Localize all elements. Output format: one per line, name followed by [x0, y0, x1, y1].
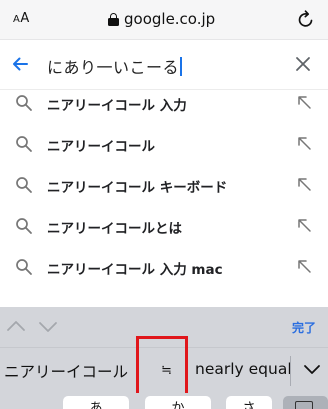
suggestion-item[interactable]: ニアリーイコール 入力 mac [0, 246, 328, 287]
keyboard-key-row: あ か さ [0, 393, 328, 409]
suggestion-text: ニアリーイコール キーボード [47, 180, 228, 196]
suggestion-text: ニアリーイコール 入力 [47, 98, 187, 114]
suggestion-item[interactable]: ニアリーイコール キーボード [0, 164, 328, 205]
fill-query-arrow-icon[interactable] [296, 94, 312, 110]
suggestion-list: ニアリーイコール 入力 ニアリーイコール ニアリーイコール キーボード ニアリー… [0, 82, 328, 287]
address-bar[interactable]: google.co.jp [108, 10, 215, 28]
delete-icon [295, 401, 313, 409]
fill-query-arrow-icon[interactable] [296, 217, 312, 233]
candidate-item[interactable]: ニアリーイコール [4, 360, 128, 382]
suggestion-item[interactable]: ニアリーイコール 入力 [0, 82, 328, 123]
url-text: google.co.jp [124, 10, 216, 28]
suggestion-text: ニアリーイコール 入力 mac [47, 262, 223, 278]
key-a[interactable]: あ [63, 396, 129, 409]
key-sa[interactable]: さ [226, 396, 272, 409]
chevron-up-icon[interactable] [6, 318, 26, 334]
key-ka[interactable]: か [145, 396, 211, 409]
suggestion-text: ニアリーイコール [47, 139, 155, 155]
fill-query-arrow-icon[interactable] [296, 258, 312, 274]
search-icon [16, 218, 32, 234]
clear-icon[interactable] [294, 55, 312, 73]
fill-query-arrow-icon[interactable] [296, 135, 312, 151]
reload-icon[interactable] [297, 9, 315, 29]
highlight-annotation [136, 336, 188, 396]
done-button[interactable]: 完了 [292, 319, 316, 336]
candidate-divider [290, 356, 291, 386]
search-input-value: にあり一いこーる [47, 58, 180, 77]
suggestion-item[interactable]: ニアリーイコール [0, 123, 328, 164]
candidate-item[interactable]: nearly equal [195, 360, 292, 378]
back-arrow-icon[interactable] [10, 54, 30, 74]
lock-icon [108, 12, 119, 26]
suggestion-text: ニアリーイコールとは [47, 221, 182, 237]
search-icon [16, 136, 32, 152]
fill-query-arrow-icon[interactable] [296, 176, 312, 192]
suggestion-item[interactable]: ニアリーイコールとは [0, 205, 328, 246]
search-input[interactable]: にあり一いこーる [47, 54, 183, 78]
text-size-large-label: A [20, 11, 30, 26]
delete-key[interactable] [283, 396, 328, 409]
chevron-down-icon[interactable] [302, 362, 322, 378]
text-caret [180, 57, 183, 76]
search-icon [16, 95, 32, 111]
browser-toolbar: AA google.co.jp [0, 0, 328, 40]
chevron-down-icon[interactable] [38, 319, 58, 335]
search-icon [16, 177, 32, 193]
text-size-button[interactable]: AA [13, 11, 30, 26]
search-icon [16, 259, 32, 275]
